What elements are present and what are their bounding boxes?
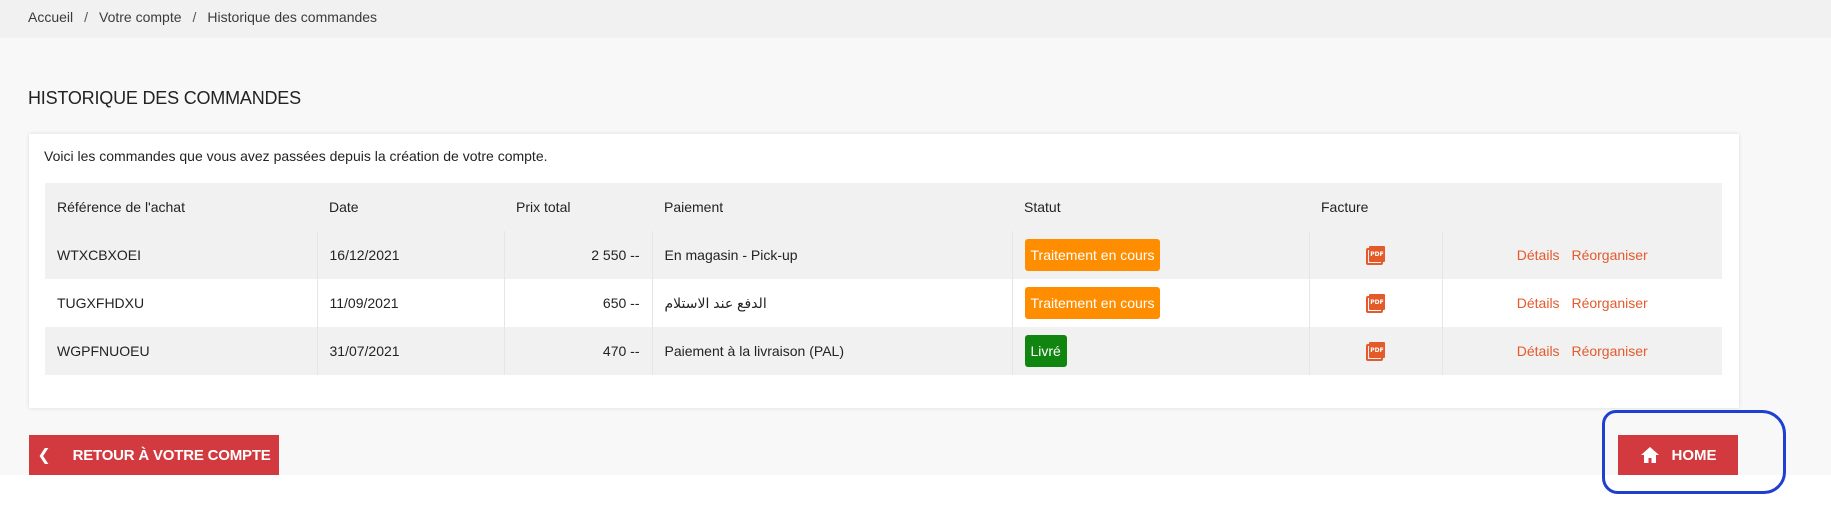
- table-row: TUGXFHDXU 11/09/2021 650 -- الدفع عند ال…: [45, 279, 1722, 327]
- pdf-icon[interactable]: PDF: [1365, 244, 1387, 266]
- header-invoice: Facture: [1309, 183, 1442, 231]
- header-date: Date: [317, 183, 504, 231]
- details-link[interactable]: Détails: [1517, 247, 1560, 263]
- order-date: 31/07/2021: [316, 327, 504, 375]
- breadcrumb-home[interactable]: Accueil: [28, 9, 73, 25]
- status-badge: Livré: [1024, 335, 1067, 367]
- order-total: 2 550 --: [503, 231, 652, 279]
- breadcrumb-bar: Accueil / Votre compte / Historique des …: [0, 0, 1831, 38]
- details-link[interactable]: Détails: [1517, 295, 1560, 311]
- status-badge: Traitement en cours: [1024, 239, 1161, 271]
- order-payment: En magasin - Pick-up: [651, 231, 1012, 279]
- header-total: Prix total: [504, 183, 652, 231]
- breadcrumb-account[interactable]: Votre compte: [99, 9, 182, 25]
- order-total: 470 --: [503, 327, 652, 375]
- chevron-left-icon: ❮: [37, 447, 51, 464]
- orders-card: Voici les commandes que vous avez passée…: [29, 134, 1739, 408]
- actions-cell: Détails Réorganiser: [1441, 327, 1722, 375]
- table-row: WGPFNUOEU 31/07/2021 470 -- Paiement à l…: [45, 327, 1722, 375]
- order-status-cell: Traitement en cours: [1011, 279, 1309, 327]
- order-status-cell: Traitement en cours: [1011, 231, 1309, 279]
- order-status-cell: Livré: [1011, 327, 1309, 375]
- status-badge: Traitement en cours: [1024, 287, 1161, 319]
- details-link[interactable]: Détails: [1517, 343, 1560, 359]
- pdf-icon[interactable]: PDF: [1365, 340, 1387, 362]
- breadcrumb-current: Historique des commandes: [207, 9, 378, 25]
- table-row: WTXCBXOEI 16/12/2021 2 550 -- En magasin…: [45, 231, 1722, 279]
- back-to-account-button[interactable]: ❮ RETOUR À VOTRE COMPTE: [29, 435, 279, 475]
- svg-text:PDF: PDF: [1370, 347, 1383, 354]
- svg-text:PDF: PDF: [1370, 251, 1383, 258]
- reorder-link[interactable]: Réorganiser: [1571, 343, 1647, 359]
- order-reference: WGPFNUOEU: [45, 327, 317, 375]
- order-reference: TUGXFHDXU: [45, 279, 317, 327]
- order-total: 650 --: [503, 279, 652, 327]
- header-reference: Référence de l'achat: [45, 183, 317, 231]
- orders-table: Référence de l'achat Date Prix total Pai…: [45, 183, 1722, 375]
- pdf-icon[interactable]: PDF: [1365, 292, 1387, 314]
- order-reference: WTXCBXOEI: [45, 231, 317, 279]
- actions-cell: Détails Réorganiser: [1441, 231, 1722, 279]
- invoice-cell: PDF: [1308, 327, 1442, 375]
- header-payment: Paiement: [652, 183, 1012, 231]
- invoice-cell: PDF: [1308, 279, 1442, 327]
- table-header-row: Référence de l'achat Date Prix total Pai…: [45, 183, 1722, 231]
- breadcrumb-separator: /: [192, 9, 197, 25]
- svg-text:PDF: PDF: [1370, 299, 1383, 306]
- order-payment: Paiement à la livraison (PAL): [651, 327, 1012, 375]
- order-date: 11/09/2021: [316, 279, 504, 327]
- reorder-link[interactable]: Réorganiser: [1571, 247, 1647, 263]
- header-status: Statut: [1012, 183, 1309, 231]
- invoice-cell: PDF: [1308, 231, 1442, 279]
- breadcrumb-separator: /: [84, 9, 89, 25]
- reorder-link[interactable]: Réorganiser: [1571, 295, 1647, 311]
- highlight-annotation: [1602, 410, 1786, 494]
- intro-text: Voici les commandes que vous avez passée…: [44, 148, 548, 164]
- actions-cell: Détails Réorganiser: [1441, 279, 1722, 327]
- breadcrumb: Accueil / Votre compte / Historique des …: [28, 9, 377, 25]
- order-payment: الدفع عند الاستلام: [651, 279, 1012, 327]
- header-actions: [1442, 183, 1722, 231]
- back-button-label: RETOUR À VOTRE COMPTE: [72, 446, 271, 464]
- order-date: 16/12/2021: [316, 231, 504, 279]
- page-title: HISTORIQUE DES COMMANDES: [28, 88, 301, 108]
